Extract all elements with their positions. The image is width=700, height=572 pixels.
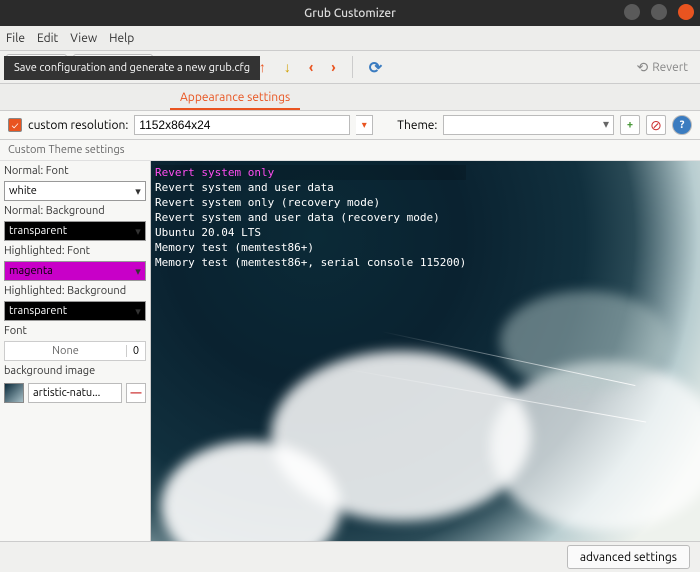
arrow-down-icon: ↓ xyxy=(284,59,291,75)
normal-background-select[interactable]: transparent ▾ xyxy=(4,221,146,241)
reload-button[interactable]: ⟳ xyxy=(363,55,388,79)
window-minimize-button[interactable] xyxy=(624,4,640,20)
highlighted-background-select[interactable]: transparent ▾ xyxy=(4,301,146,321)
window-title: Grub Customizer xyxy=(235,7,464,20)
font-select[interactable]: None 0 xyxy=(4,341,146,361)
resolution-input[interactable] xyxy=(134,115,350,135)
theme-remove-button[interactable]: ⊘ xyxy=(646,115,666,135)
menu-view[interactable]: View xyxy=(70,32,97,45)
arrow-right-icon: › xyxy=(331,59,335,75)
grub-entry: Memory test (memtest86+) xyxy=(155,240,466,255)
grub-entry: Memory test (memtest86+, serial console … xyxy=(155,255,466,270)
window-maximize-button[interactable] xyxy=(651,4,667,20)
tab-appearance-settings[interactable]: Appearance settings xyxy=(170,87,300,110)
move-left-button[interactable]: ‹ xyxy=(303,55,319,79)
normal-background-label: Normal: Background xyxy=(4,205,146,217)
grub-entry: Revert system and user data xyxy=(155,180,466,195)
background-image-thumbnail[interactable] xyxy=(4,383,24,403)
normal-font-select[interactable]: white ▾ xyxy=(4,181,146,201)
window-close-button[interactable] xyxy=(678,4,694,20)
normal-font-label: Normal: Font xyxy=(4,165,146,177)
chevron-down-icon: ▾ xyxy=(131,265,145,278)
grub-menu-list: Revert system only Revert system and use… xyxy=(155,165,466,270)
background-image-remove-button[interactable]: — xyxy=(126,383,146,403)
custom-resolution-label: custom resolution: xyxy=(28,119,128,132)
highlighted-background-value: transparent xyxy=(5,305,131,317)
grub-entry: Ubuntu 20.04 LTS xyxy=(155,225,466,240)
theme-add-button[interactable]: + xyxy=(620,115,640,135)
highlighted-background-label: Highlighted: Background xyxy=(4,285,146,297)
reload-icon: ⟳ xyxy=(369,58,382,77)
normal-font-value: white xyxy=(5,185,131,197)
font-value: None xyxy=(5,345,126,357)
highlighted-font-value: magenta xyxy=(5,265,131,277)
font-label: Font xyxy=(4,325,146,337)
theme-info-button[interactable]: ? xyxy=(672,115,692,135)
revert-button[interactable]: ⟲ Revert xyxy=(630,55,694,79)
normal-background-value: transparent xyxy=(5,225,131,237)
menu-file[interactable]: File xyxy=(6,32,25,45)
grub-entry: Revert system only (recovery mode) xyxy=(155,195,466,210)
theme-select[interactable] xyxy=(443,115,614,135)
chevron-down-icon: ▾ xyxy=(131,185,145,198)
save-tooltip: Save configuration and generate a new gr… xyxy=(4,56,260,80)
background-image-filename[interactable]: artistic-natu... xyxy=(28,383,122,403)
theme-label: Theme: xyxy=(397,119,437,132)
chevron-down-icon: ▾ xyxy=(131,225,145,238)
highlighted-font-label: Highlighted: Font xyxy=(4,245,146,257)
arrow-left-icon: ‹ xyxy=(309,59,313,75)
chevron-down-icon: ▾ xyxy=(131,305,145,318)
font-size-value: 0 xyxy=(126,345,145,357)
grub-entry-highlighted: Revert system only xyxy=(155,165,466,180)
advanced-settings-button[interactable]: advanced settings xyxy=(567,545,690,569)
custom-resolution-checkbox[interactable]: ✓ xyxy=(8,118,22,132)
move-down-button[interactable]: ↓ xyxy=(278,55,297,79)
resolution-dropdown-button[interactable]: ▾ xyxy=(356,115,373,135)
custom-theme-settings-label: Custom Theme settings xyxy=(0,140,700,161)
boot-menu-preview: Revert system only Revert system and use… xyxy=(151,161,700,541)
grub-entry: Revert system and user data (recovery mo… xyxy=(155,210,466,225)
menu-edit[interactable]: Edit xyxy=(37,32,58,45)
background-image-label: background image xyxy=(4,365,146,377)
revert-button-label: Revert xyxy=(652,61,688,74)
move-right-button[interactable]: › xyxy=(325,55,341,79)
revert-icon: ⟲ xyxy=(636,59,648,76)
menu-help[interactable]: Help xyxy=(109,32,134,45)
highlighted-font-select[interactable]: magenta ▾ xyxy=(4,261,146,281)
